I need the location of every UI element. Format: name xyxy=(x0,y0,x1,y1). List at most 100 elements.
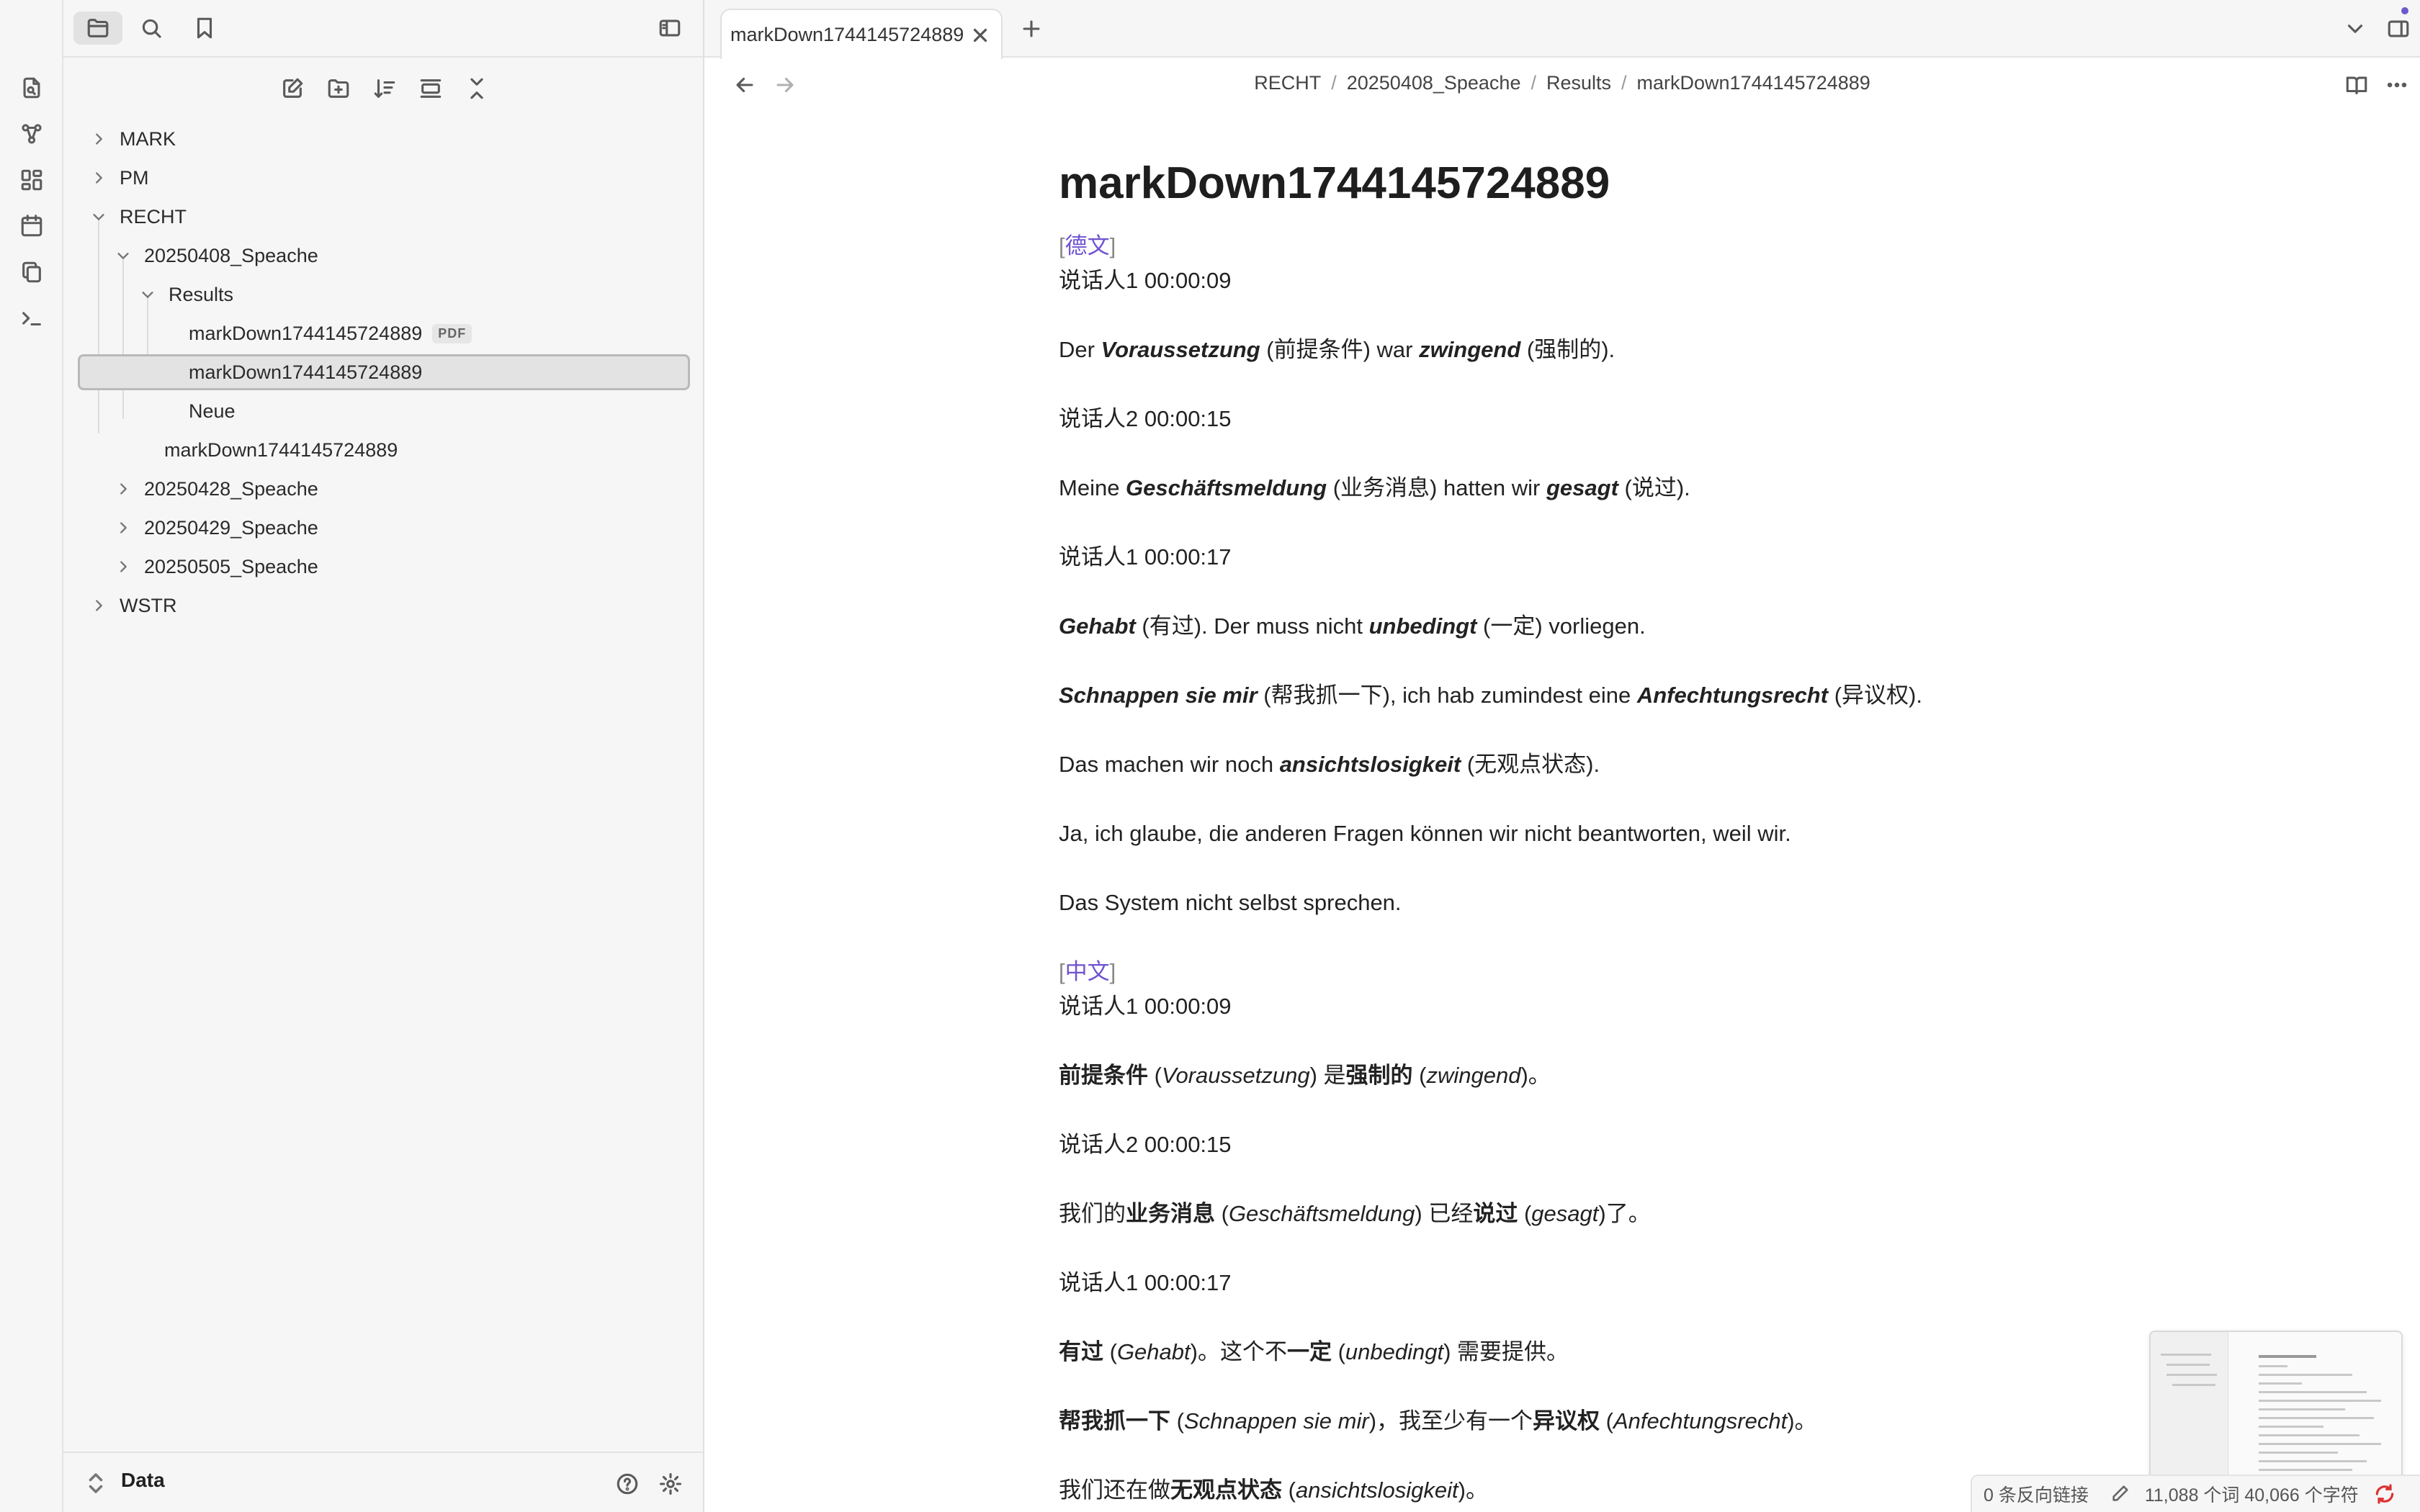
text-run: ( xyxy=(1412,1063,1427,1088)
paragraph: Gehabt (有过). Der muss nicht unbedingt (一… xyxy=(1059,611,1646,642)
term-original: Voraussetzung xyxy=(1161,1063,1310,1088)
term: Geschäftsmeldung xyxy=(1126,475,1327,500)
paragraph: 我们的业务消息 (Geschäftsmeldung) 已经说过 (gesagt)… xyxy=(1059,1198,1651,1230)
tree-file-neue[interactable]: Neue xyxy=(189,393,236,429)
tree-label: markDown1744145724889 xyxy=(164,438,398,461)
edit-mode-icon[interactable] xyxy=(2110,1483,2132,1505)
daily-note-icon[interactable] xyxy=(16,210,48,242)
tree-folder-20250505[interactable]: 20250505_Speache xyxy=(114,549,318,585)
tree-file-selected[interactable]: markDown1744145724889 xyxy=(78,354,690,390)
new-folder-icon[interactable] xyxy=(321,71,357,107)
tree-file-md2[interactable]: markDown1744145724889 xyxy=(164,432,398,468)
sidebar-toggle-icon[interactable] xyxy=(645,12,694,45)
text-run: ) 已经 xyxy=(1415,1201,1474,1226)
chevron-down-icon xyxy=(114,246,133,265)
text-run: ) 是 xyxy=(1309,1063,1346,1088)
paragraph: Der Voraussetzung (前提条件) war zwingend (强… xyxy=(1059,334,1615,366)
text-run: (异议权). xyxy=(1828,683,1922,708)
paragraph: Das machen wir noch ansichtslosigkeit (无… xyxy=(1059,749,1600,780)
bookmarks-icon[interactable] xyxy=(180,12,229,45)
note-title[interactable]: markDown1744145724889 xyxy=(1059,151,2067,216)
vault-name[interactable]: Data xyxy=(121,1469,165,1492)
tag-bracket: [ xyxy=(1059,959,1065,984)
files-icon[interactable] xyxy=(73,12,122,45)
tree-folder-mark[interactable]: MARK xyxy=(89,121,176,157)
tree-folder-20250428[interactable]: 20250428_Speache xyxy=(114,471,318,507)
chevron-right-icon xyxy=(114,557,133,576)
paragraph: 我们还在做无观点状态 (ansichtslosigkeit)。 xyxy=(1059,1475,1488,1506)
search-icon[interactable] xyxy=(127,12,176,45)
help-icon[interactable] xyxy=(612,1469,642,1499)
preview-line xyxy=(2259,1417,2374,1419)
text-run: Der xyxy=(1059,337,1101,362)
chevron-down-icon[interactable] xyxy=(2339,13,2371,45)
tree-label: RECHT xyxy=(120,205,187,228)
paragraph: Das System nicht selbst sprechen. xyxy=(1059,890,1402,915)
term: 有过 xyxy=(1059,1339,1103,1364)
new-note-icon[interactable] xyxy=(274,71,310,107)
preview-line xyxy=(2166,1374,2217,1376)
tree-guide-line xyxy=(122,256,124,419)
text-run: (前提条件) war xyxy=(1260,337,1420,362)
tree-folder-20250429[interactable]: 20250429_Speache xyxy=(114,510,318,546)
chevron-right-icon xyxy=(114,518,133,537)
tree-label: Results xyxy=(169,283,234,305)
paragraph: 有过 (Gehabt)。这个不一定 (unbedingt) 需要提供。 xyxy=(1059,1336,1569,1368)
close-icon[interactable] xyxy=(969,24,991,46)
tree-label: 20250408_Speache xyxy=(144,244,318,266)
tree-folder-results[interactable]: Results xyxy=(138,276,233,312)
chevron-right-icon xyxy=(89,596,108,615)
text-run: )。这个不 xyxy=(1190,1339,1287,1364)
graph-view-icon[interactable] xyxy=(16,118,48,150)
tree-folder-wstr[interactable]: WSTR xyxy=(89,588,176,624)
settings-icon[interactable] xyxy=(655,1469,686,1499)
tag-zh[interactable]: [中文] xyxy=(1059,956,1116,988)
term: unbedingt xyxy=(1368,613,1477,639)
term: 说过 xyxy=(1473,1201,1518,1226)
tree-folder-recht[interactable]: RECHT xyxy=(89,199,187,235)
backlinks-count[interactable]: 0 条反向链接 xyxy=(1984,1481,2089,1507)
speaker-line: 说话人2 00:00:15 xyxy=(1059,406,1232,431)
breadcrumb-item[interactable]: RECHT xyxy=(1254,72,1321,94)
open-quick-switcher-icon[interactable] xyxy=(16,72,48,104)
new-tab-icon[interactable] xyxy=(1016,13,1047,45)
tree-label: Neue xyxy=(189,400,236,422)
tree-folder-pm[interactable]: PM xyxy=(89,160,149,196)
collapse-all-icon[interactable] xyxy=(459,71,495,107)
templates-icon[interactable] xyxy=(16,256,48,288)
preview-line xyxy=(2259,1452,2338,1454)
document-content[interactable]: markDown1744145724889 [德文] 说话人1 00:00:09… xyxy=(1059,151,2067,1503)
breadcrumb-item[interactable]: Results xyxy=(1546,72,1611,94)
tree-folder-20250408[interactable]: 20250408_Speache xyxy=(114,238,318,274)
text-run: ( xyxy=(1600,1408,1613,1434)
tree-label: PM xyxy=(120,166,149,189)
right-sidebar-toggle-icon[interactable] xyxy=(2383,13,2414,45)
paragraph: Ja, ich glaube, die anderen Fragen könne… xyxy=(1059,821,1791,846)
term: Schnappen sie mir xyxy=(1059,683,1258,708)
auto-reveal-icon[interactable] xyxy=(413,71,449,107)
preview-line xyxy=(2161,1354,2211,1356)
text-run: (帮我抓一下), ich hab zumindest eine xyxy=(1257,683,1637,708)
term: 一定 xyxy=(1286,1339,1332,1364)
window-preview-thumbnail[interactable] xyxy=(2149,1331,2403,1488)
main-workspace: markDown1744145724889 RECHT / 20250408_Spe… xyxy=(704,0,2420,1512)
vault-switcher-icon[interactable] xyxy=(85,1470,107,1496)
breadcrumb-item[interactable]: markDown1744145724889 xyxy=(1637,72,1870,94)
pdf-badge: PDF xyxy=(432,323,472,343)
sync-error-icon[interactable] xyxy=(2373,1482,2396,1506)
paragraph: Schnappen sie mir (帮我抓一下), ich hab zumin… xyxy=(1059,680,1922,711)
tag-de[interactable]: [德文] xyxy=(1059,230,1116,262)
command-palette-icon[interactable] xyxy=(16,302,48,334)
tree-label: markDown1744145724889 xyxy=(189,361,423,383)
tab-active[interactable]: markDown1744145724889 xyxy=(720,9,1003,59)
canvas-icon[interactable] xyxy=(16,164,48,196)
reading-view-icon[interactable] xyxy=(2341,69,2372,101)
tree-file-pdf[interactable]: markDown1744145724889 PDF xyxy=(189,315,472,351)
breadcrumb-item[interactable]: 20250408_Speache xyxy=(1347,72,1521,94)
more-options-icon[interactable] xyxy=(2381,69,2413,101)
tag-link: 中文 xyxy=(1065,959,1110,984)
term: Voraussetzung xyxy=(1101,337,1260,362)
preview-line xyxy=(2166,1364,2210,1366)
sort-icon[interactable] xyxy=(367,71,403,107)
word-count: 11,088 个词 40,066 个字符 xyxy=(2144,1485,2359,1506)
